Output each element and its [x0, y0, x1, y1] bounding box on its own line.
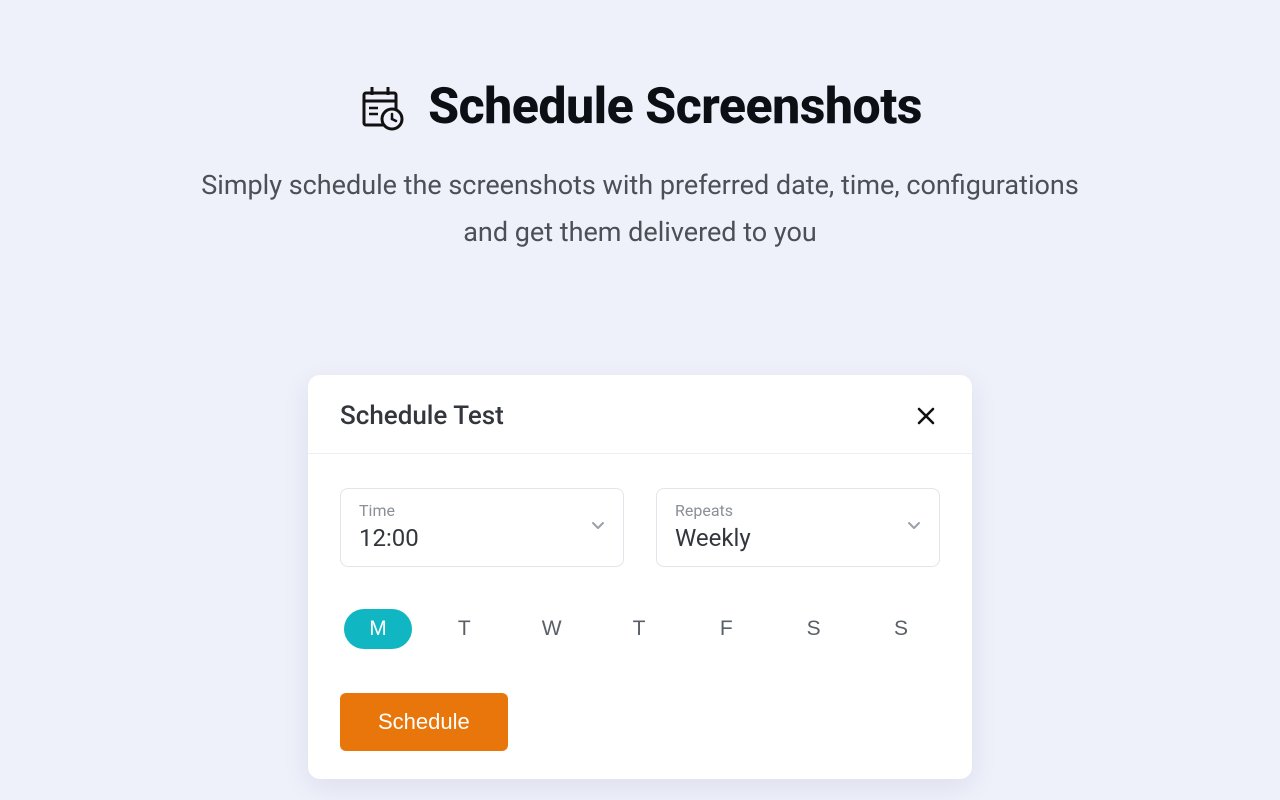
day-toggle-3[interactable]: T [604, 617, 674, 641]
close-button[interactable] [912, 402, 940, 430]
chevron-down-icon [905, 516, 923, 538]
day-toggle-4[interactable]: F [691, 617, 761, 641]
page-subtitle: Simply schedule the screenshots with pre… [190, 162, 1090, 257]
time-select[interactable]: Time 12:00 [340, 488, 624, 567]
schedule-button[interactable]: Schedule [340, 693, 508, 751]
days-row: MTWTFSS [340, 609, 940, 649]
day-toggle-6[interactable]: S [866, 617, 936, 641]
page-title: Schedule Screenshots [428, 78, 922, 136]
day-toggle-1[interactable]: T [429, 617, 499, 641]
schedule-card: Schedule Test Time 12:00 Repeats Weekl [308, 375, 972, 779]
time-label: Time [359, 501, 605, 520]
day-toggle-0[interactable]: M [344, 609, 412, 649]
day-toggle-5[interactable]: S [779, 617, 849, 641]
repeats-label: Repeats [675, 501, 921, 520]
close-icon [916, 406, 936, 426]
card-title: Schedule Test [340, 401, 504, 431]
day-toggle-2[interactable]: W [517, 617, 587, 641]
repeats-value: Weekly [675, 524, 921, 552]
repeats-select[interactable]: Repeats Weekly [656, 488, 940, 567]
chevron-down-icon [589, 516, 607, 538]
calendar-clock-icon [358, 83, 406, 131]
time-value: 12:00 [359, 524, 605, 552]
